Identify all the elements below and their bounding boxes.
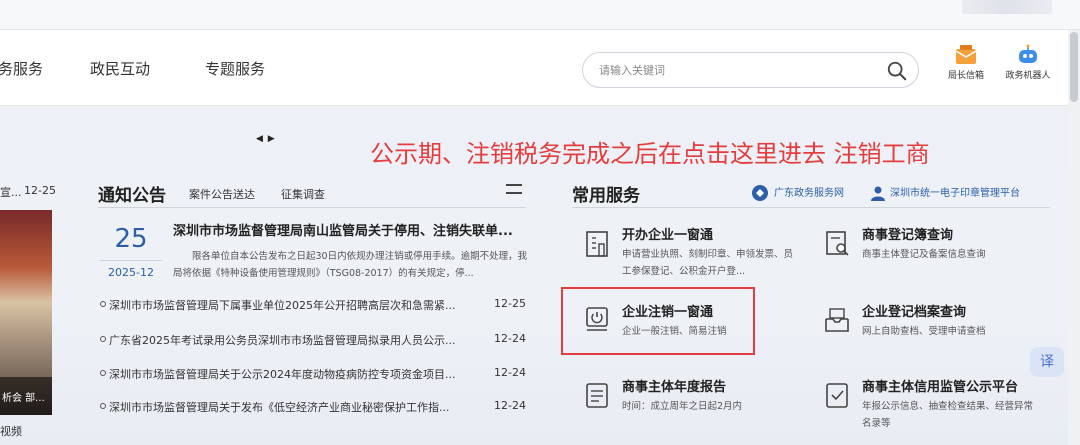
left-news-date: 宣... 12-25 (0, 184, 56, 200)
search-icon[interactable] (886, 60, 908, 82)
more-menu-icon[interactable] (506, 184, 522, 194)
search-input[interactable] (599, 61, 869, 79)
main-navigation: 务服务 政民互动 专题服务 局长信箱 政务机器人 (0, 30, 1080, 106)
notice-item-text: 广东省2025年考试录用公务员深圳市市场监督管理局拟录用人员公示... (109, 334, 456, 347)
seal-platform-link[interactable]: 深圳市统一电子印章管理平台 (870, 184, 1020, 201)
featured-notice-title[interactable]: 深圳市市场监督管理局南山监管局关于停用、注销失联单... (173, 220, 528, 239)
bullet-icon (100, 403, 106, 409)
services-title: 常用服务 (572, 186, 640, 206)
search-document-icon (826, 231, 849, 256)
service-archive-query[interactable]: 企业登记档案查询 网上自助查档、受理申请查档 (822, 301, 1042, 361)
notice-item-date: 12-24 (494, 332, 526, 345)
service-credit-platform[interactable]: 商事主体信用监管公示平台 年报公示信息、抽查检查结果、经营异常名录等 (822, 376, 1042, 436)
featured-year-month: 2025-12 (108, 266, 154, 279)
service-business-startup[interactable]: 开办企业一窗通 申请营业执照、刻制印章、申领发票、员工参保登记、公积金开户登..… (582, 224, 802, 284)
notice-item-text: 深圳市市场监督管理局下属事业单位2025年公开招聘高层次和急需紧... (109, 299, 456, 312)
featured-day: 25 (114, 224, 148, 254)
left-news-date-value: 12-25 (24, 184, 56, 197)
annotation-text: 公示期、注销税务完成之后在点击这里进去 注销工商 (370, 140, 930, 168)
service-name: 开办企业一窗通 (622, 228, 714, 243)
service-desc: 商事主体登记及备案信息查询 (862, 249, 986, 260)
guangdong-gov-link[interactable]: 广东政务服务网 (750, 184, 844, 202)
service-desc: 时间：成立周年之日起2月内 (622, 401, 743, 412)
service-registry-query[interactable]: 商事登记簿查询 商事主体登记及备案信息查询 (822, 224, 1042, 284)
gov-robot-button[interactable]: 政务机器人 (998, 44, 1058, 81)
notice-item[interactable]: 广东省2025年考试录用公务员深圳市市场监督管理局拟录用人员公示... 12-2… (100, 332, 528, 348)
service-name: 商事登记簿查询 (862, 228, 954, 243)
service-name: 企业登记档案查询 (862, 305, 967, 320)
director-mailbox-button[interactable]: 局长信箱 (936, 44, 996, 81)
page-scrollbar[interactable] (1068, 30, 1080, 445)
mailbox-label: 局长信箱 (947, 71, 984, 81)
highlight-box (561, 287, 755, 355)
archive-icon (825, 308, 849, 332)
notices-title[interactable]: 通知公告 (98, 181, 166, 206)
robot-label: 政务机器人 (1005, 71, 1051, 81)
tab-survey[interactable]: 征集调查 (281, 186, 325, 202)
notices-divider (98, 207, 526, 208)
service-name: 商事主体年度报告 (622, 380, 727, 395)
service-desc: 申请营业执照、刻制印章、申领发票、员工参保登记、公积金开户登... (622, 249, 794, 277)
mailbox-icon (955, 45, 977, 64)
service-annual-report[interactable]: 商事主体年度报告 时间：成立周年之日起2月内 (582, 376, 802, 436)
notice-item-text: 深圳市市场监督管理局关于发布《低空经济产业商业秘密保护工作指... (109, 401, 450, 414)
notice-item-date: 12-24 (494, 366, 526, 379)
services-divider (572, 207, 1050, 208)
guangdong-gov-icon (752, 185, 768, 201)
watermark (962, 0, 1052, 14)
credit-document-icon (826, 383, 848, 408)
news-photo[interactable]: 析会 部... (0, 210, 52, 415)
notice-item[interactable]: 深圳市市场监督管理局下属事业单位2025年公开招聘高层次和急需紧... 12-2… (100, 297, 528, 313)
featured-notice-body: 限各单位自本公告发布之日起30日内依规办理注销或停用手续。逾期不处理，我局将依据… (173, 251, 528, 279)
date-divider (100, 260, 162, 261)
service-desc: 网上自助查档、受理申请查档 (862, 326, 986, 337)
bullet-icon (100, 370, 106, 376)
left-video-label[interactable]: 视频 (0, 423, 22, 439)
scrollbar-thumb[interactable] (1070, 32, 1078, 102)
bullet-icon (100, 336, 106, 342)
seal-platform-label: 深圳市统一电子印章管理平台 (890, 188, 1020, 199)
notice-item-text: 深圳市市场监督管理局关于公示2024年度动物疫病防控专项资金项目... (109, 368, 456, 381)
notice-item[interactable]: 深圳市市场监督管理局关于发布《低空经济产业商业秘密保护工作指... 12-24 (100, 399, 528, 415)
left-news-prefix: 宣... (0, 186, 22, 199)
nav-item-services[interactable]: 务服务 (0, 58, 43, 79)
translate-button[interactable]: 译 (1030, 347, 1064, 377)
nav-item-topics[interactable]: 专题服务 (205, 58, 265, 79)
carousel-arrows[interactable]: ◀ ▶ (256, 134, 276, 144)
robot-icon (1019, 44, 1037, 63)
building-icon (586, 231, 608, 257)
featured-date: 25 2025-12 (98, 222, 164, 284)
nav-item-interaction[interactable]: 政民互动 (90, 58, 150, 79)
notice-item-date: 12-25 (494, 297, 526, 310)
bullet-icon (100, 301, 106, 307)
notice-item-date: 12-24 (494, 399, 526, 412)
report-icon (586, 383, 608, 408)
top-strip (0, 0, 1080, 30)
service-desc: 年报公示信息、抽查检查结果、经营异常名录等 (862, 401, 1034, 429)
tab-case-notices[interactable]: 案件公告送达 (189, 186, 255, 202)
search-box (582, 52, 919, 88)
guangdong-gov-label: 广东政务服务网 (774, 188, 844, 199)
notice-item[interactable]: 深圳市市场监督管理局关于公示2024年度动物疫病防控专项资金项目... 12-2… (100, 366, 528, 382)
user-icon (871, 186, 885, 201)
news-photo-caption: 析会 部... (0, 377, 52, 415)
service-name: 商事主体信用监管公示平台 (862, 380, 1019, 395)
